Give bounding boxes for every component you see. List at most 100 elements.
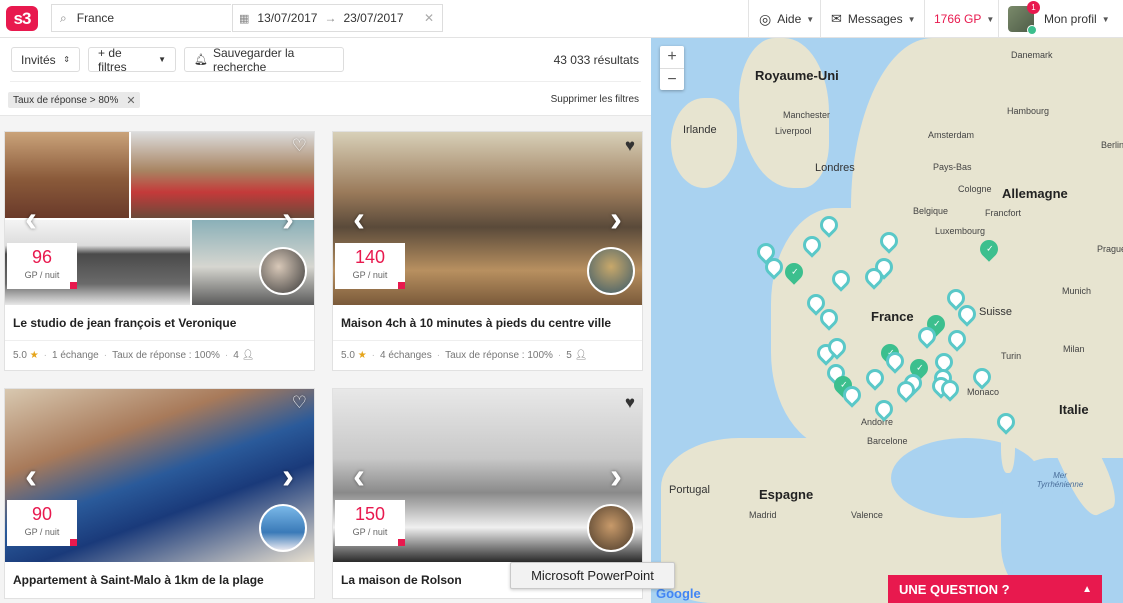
zoom-out-button[interactable]: − — [660, 68, 684, 90]
filter-tag-label: Taux de réponse > 80% — [13, 94, 119, 106]
map-label: Turin — [1001, 351, 1022, 361]
listing-card[interactable]: ‹ › ♥ 140 GP / nuit Maison 4ch à 10 minu… — [332, 131, 643, 371]
price-tag: 96 GP / nuit — [7, 243, 77, 289]
chevron-left-icon[interactable]: ‹ — [353, 457, 365, 494]
price-corner — [398, 282, 405, 289]
guests-select[interactable]: Invités ⇕ — [11, 47, 80, 72]
question-label: UNE QUESTION ? — [899, 581, 1010, 597]
listing-title[interactable]: Maison 4ch à 10 minutes à pieds du centr… — [333, 305, 642, 341]
price-tag: 150 GP / nuit — [335, 500, 405, 546]
help-menu[interactable]: ◎ Aide ▼ — [748, 0, 820, 38]
zoom-in-button[interactable]: + — [660, 46, 684, 68]
messages-menu[interactable]: ✉ Messages ▼ — [820, 0, 924, 38]
separator: · — [557, 350, 562, 361]
envelope-icon: ✉ — [831, 11, 842, 26]
date-to[interactable]: 23/07/2017 — [343, 11, 403, 25]
save-search-button[interactable]: 🔔︎ Sauvegarder la recherche — [184, 46, 344, 74]
taskbar-tooltip: Microsoft PowerPoint — [510, 562, 675, 589]
separator: · — [43, 350, 47, 361]
price-unit: GP / nuit — [352, 527, 388, 537]
listing-photo[interactable]: ‹ › ♡ 96 GP / nuit — [5, 132, 314, 305]
host-avatar[interactable] — [259, 504, 307, 552]
price-tag: 90 GP / nuit — [7, 500, 77, 546]
more-filters-button[interactable]: + de filtres ▼ — [88, 45, 176, 74]
chevron-down-icon: ▼ — [806, 14, 815, 24]
land-france-west — [771, 208, 931, 448]
listing-photo[interactable]: ‹ › ♡ 90 GP / nuit — [5, 389, 314, 562]
map-label: Francfort — [985, 208, 1022, 218]
date-range-picker[interactable]: ▦ 13/07/2017 → 23/07/2017 ✕ — [232, 4, 443, 32]
avatar: 1 — [1008, 1, 1040, 35]
chevron-right-icon[interactable]: › — [282, 200, 294, 237]
filter-tag[interactable]: Taux de réponse > 80% ✕ — [8, 92, 140, 108]
listing-title[interactable]: Le studio de jean françois et Veronique — [5, 305, 314, 341]
map-label: Espagne — [759, 487, 814, 502]
price-unit: GP / nuit — [352, 270, 388, 280]
heart-icon[interactable]: ♥ — [625, 393, 635, 413]
clear-dates-icon[interactable]: ✕ — [424, 11, 434, 25]
guest-count: 4 — [233, 350, 239, 361]
host-avatar[interactable] — [259, 247, 307, 295]
logo[interactable]: s3 — [6, 6, 38, 31]
rating: 5.0 — [13, 350, 27, 361]
profile-menu[interactable]: 1 Mon profil ▼ — [998, 0, 1123, 38]
map-label: Milan — [1063, 344, 1085, 354]
host-avatar[interactable] — [587, 504, 635, 552]
listing-card[interactable]: ‹ › ♡ 90 GP / nuit Appartement à Saint-M… — [4, 388, 315, 599]
guest-count: 5 — [566, 350, 572, 361]
updown-icon: ⇕ — [63, 55, 70, 64]
map-label: Suisse — [979, 306, 1013, 318]
guests-label: Invités — [21, 52, 56, 67]
response-rate: Taux de réponse : 100% — [112, 350, 220, 361]
map-label: Liverpool — [775, 126, 812, 136]
chevron-right-icon[interactable]: › — [282, 457, 294, 494]
price-value: 96 — [31, 247, 53, 267]
star-icon: ★ — [29, 350, 39, 361]
map[interactable]: + − Royaume-Uni Irlande Manchester Liver… — [651, 38, 1123, 603]
chevron-down-icon: ▼ — [1101, 14, 1110, 24]
notification-badge: 1 — [1027, 1, 1040, 14]
chevron-left-icon[interactable]: ‹ — [25, 457, 37, 494]
remove-tag-icon[interactable]: ✕ — [126, 94, 135, 107]
price-corner — [70, 539, 77, 546]
gp-menu[interactable]: 1766 GP ▼ — [924, 0, 998, 38]
listing-photo[interactable]: ‹ › ♥ 150 GP / nuit — [333, 389, 642, 562]
map-label: Royaume-Uni — [755, 68, 839, 83]
verified-icon — [1027, 25, 1037, 35]
gp-balance: 1766 GP — [934, 12, 982, 26]
search-input[interactable]: ⌕ France — [51, 4, 231, 32]
listing-photo[interactable]: ‹ › ♥ 140 GP / nuit — [333, 132, 642, 305]
map-label: Danemark — [1011, 50, 1053, 60]
chevron-right-icon[interactable]: › — [610, 457, 622, 494]
separator: · — [371, 350, 375, 361]
separator: · — [436, 350, 441, 361]
listing-meta: 5.0 ★ · 4 échanges · Taux de réponse : 1… — [333, 341, 642, 370]
price-corner — [70, 282, 77, 289]
separator: · — [224, 350, 229, 361]
more-filters-label: + de filtres — [98, 45, 127, 74]
separator: · — [103, 350, 108, 361]
map-label: Pays-Bas — [933, 162, 972, 172]
chevron-left-icon[interactable]: ‹ — [353, 200, 365, 237]
top-bar: s3 ⌕ France ▦ 13/07/2017 → 23/07/2017 ✕ … — [0, 0, 1123, 38]
listing-card[interactable]: ‹ › ♡ 96 GP / nuit Le studio de jean fra… — [4, 131, 315, 371]
host-avatar[interactable] — [587, 247, 635, 295]
chevron-right-icon[interactable]: › — [610, 200, 622, 237]
clear-filters-link[interactable]: Supprimer les filtres — [551, 94, 639, 105]
chevron-left-icon[interactable]: ‹ — [25, 200, 37, 237]
date-from[interactable]: 13/07/2017 — [257, 11, 317, 25]
listing-title[interactable]: Appartement à Saint-Malo à 1km de la pla… — [5, 562, 314, 598]
map-label: Allemagne — [1002, 186, 1068, 201]
price-corner — [398, 539, 405, 546]
results-panel: Invités ⇕ + de filtres ▼ 🔔︎ Sauvegarder … — [0, 38, 651, 603]
price-unit: GP / nuit — [24, 527, 60, 537]
heart-icon[interactable]: ♥ — [625, 136, 635, 156]
exchanges: 4 échanges — [380, 350, 432, 361]
profile-label: Mon profil — [1044, 12, 1097, 26]
heart-icon[interactable]: ♡ — [292, 136, 307, 156]
person-icon: 👤︎ — [574, 350, 588, 361]
messages-label: Messages — [847, 12, 903, 26]
heart-icon[interactable]: ♡ — [292, 393, 307, 413]
results-count: 43 033 résultats — [553, 53, 639, 67]
question-button[interactable]: UNE QUESTION ? ▲ — [888, 575, 1102, 603]
